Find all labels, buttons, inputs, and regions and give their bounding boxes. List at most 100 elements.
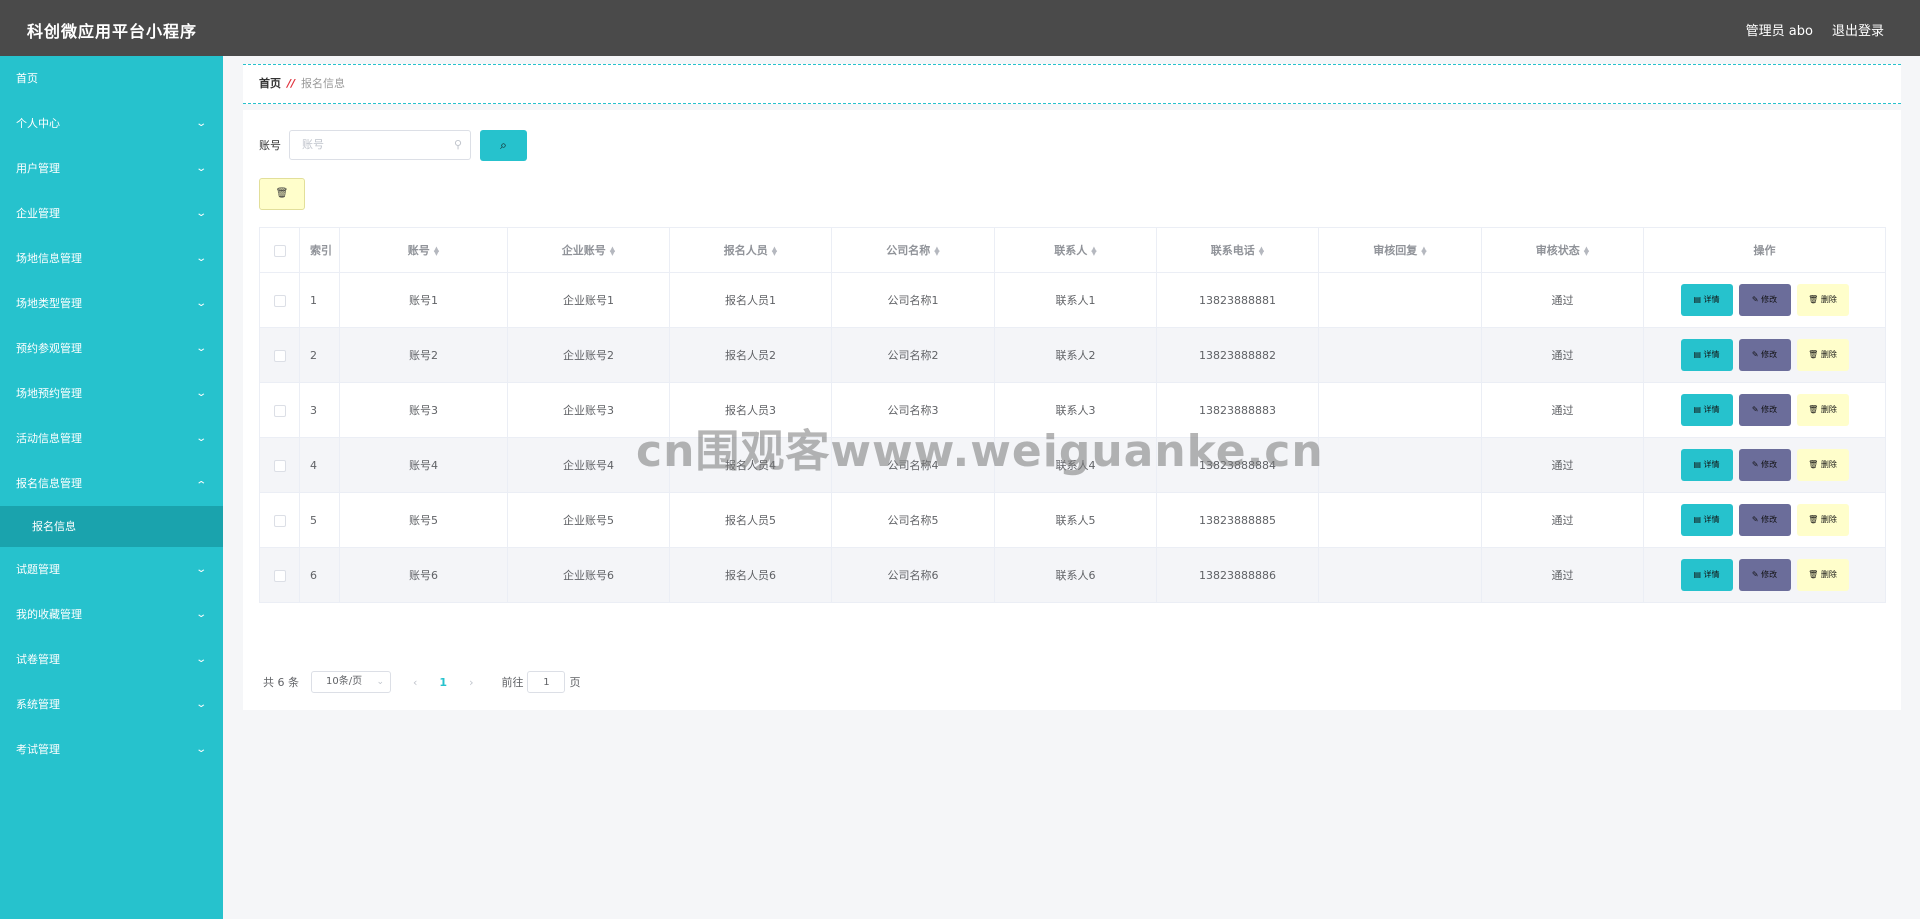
- column-header-phone[interactable]: 联系电话 ▲ ▼: [1156, 227, 1319, 273]
- sidebar-item-venue-booking[interactable]: 场地预约管理 ⌄: [0, 371, 223, 416]
- sort-caret-icon[interactable]: ▲ ▼: [772, 246, 777, 257]
- sidebar-item-label: 试卷管理: [16, 653, 60, 666]
- delete-button[interactable]: 🗑 删除: [1796, 559, 1849, 591]
- delete-button[interactable]: 🗑 删除: [1796, 449, 1849, 481]
- edit-button[interactable]: ✎ 修改: [1738, 284, 1791, 316]
- column-header-company-account[interactable]: 企业账号 ▲ ▼: [507, 227, 670, 273]
- row-checkbox[interactable]: [273, 294, 286, 307]
- column-header-contact[interactable]: 联系人 ▲ ▼: [994, 227, 1157, 273]
- cell-account: 账号2: [339, 327, 508, 383]
- sidebar-item-visit-booking[interactable]: 预约参观管理 ⌄: [0, 326, 223, 371]
- row-select-cell: [259, 492, 300, 548]
- cell-reply: [1318, 382, 1482, 438]
- sidebar-item-registration-management[interactable]: 报名信息管理 ⌄: [0, 461, 223, 506]
- sort-caret-icon[interactable]: ▲ ▼: [934, 246, 939, 257]
- cell-contact: 联系人5: [994, 492, 1157, 548]
- row-checkbox[interactable]: [273, 404, 286, 417]
- batch-delete-button[interactable]: 🗑: [259, 178, 305, 210]
- row-checkbox[interactable]: [273, 514, 286, 527]
- search-button[interactable]: ⌕: [480, 129, 527, 161]
- page-number-current[interactable]: 1: [439, 676, 447, 689]
- detail-button-label: 详情: [1703, 515, 1720, 524]
- current-user-label[interactable]: 管理员 abo: [1746, 20, 1813, 39]
- sidebar-item-paper-management[interactable]: 试卷管理 ⌄: [0, 637, 223, 682]
- delete-button-label: 删除: [1820, 570, 1837, 579]
- pencil-icon: ✎: [1751, 460, 1762, 469]
- delete-button[interactable]: 🗑 删除: [1796, 394, 1849, 426]
- row-select-cell: [259, 327, 300, 383]
- detail-button[interactable]: ▤ 详情: [1680, 284, 1733, 316]
- app-title: 科创微应用平台小程序: [27, 22, 198, 41]
- row-checkbox[interactable]: [273, 349, 286, 362]
- chevron-down-icon: ⌄: [194, 699, 207, 710]
- sidebar-item-venue-type[interactable]: 场地类型管理 ⌄: [0, 281, 223, 326]
- cell-index: 1: [299, 272, 340, 328]
- edit-button[interactable]: ✎ 修改: [1738, 559, 1791, 591]
- sort-caret-icon[interactable]: ▲ ▼: [1421, 246, 1426, 257]
- delete-button[interactable]: 🗑 删除: [1796, 284, 1849, 316]
- sort-caret-icon[interactable]: ▲ ▼: [1091, 246, 1096, 257]
- select-all-cell: [259, 227, 300, 273]
- delete-button-label: 删除: [1820, 295, 1837, 304]
- delete-button[interactable]: 🗑 删除: [1796, 504, 1849, 536]
- select-all-checkbox[interactable]: [273, 244, 286, 257]
- trash-icon: 🗑: [1808, 350, 1821, 359]
- sidebar-item-exam-management[interactable]: 考试管理 ⌄: [0, 727, 223, 772]
- breadcrumb-home[interactable]: 首页: [259, 77, 281, 90]
- cell-status: 通过: [1481, 492, 1644, 548]
- sidebar-item-user-management[interactable]: 用户管理 ⌄: [0, 146, 223, 191]
- page-size-select[interactable]: 10条/页 ⌄: [311, 671, 391, 693]
- detail-button[interactable]: ▤ 详情: [1680, 449, 1733, 481]
- sidebar-item-question-management[interactable]: 试题管理 ⌄: [0, 547, 223, 592]
- sort-caret-icon[interactable]: ▲ ▼: [1584, 246, 1589, 257]
- sort-caret-icon[interactable]: ▲ ▼: [1259, 246, 1264, 257]
- detail-button[interactable]: ▤ 详情: [1680, 339, 1733, 371]
- sidebar-item-company-management[interactable]: 企业管理 ⌄: [0, 191, 223, 236]
- cell-company: 公司名称3: [831, 382, 995, 438]
- detail-button[interactable]: ▤ 详情: [1680, 394, 1733, 426]
- edit-button[interactable]: ✎ 修改: [1738, 339, 1791, 371]
- column-header-status[interactable]: 审核状态 ▲ ▼: [1481, 227, 1644, 273]
- cell-company-account: 企业账号5: [507, 492, 670, 548]
- column-header-person[interactable]: 报名人员 ▲ ▼: [669, 227, 832, 273]
- cell-actions: ▤ 详情 ✎ 修改 🗑 删除: [1643, 437, 1886, 493]
- delete-button[interactable]: 🗑 删除: [1796, 339, 1849, 371]
- cell-account: 账号4: [339, 437, 508, 493]
- column-header-company[interactable]: 公司名称 ▲ ▼: [831, 227, 995, 273]
- detail-button[interactable]: ▤ 详情: [1680, 559, 1733, 591]
- sidebar-subitem-registration-info[interactable]: 报名信息: [0, 506, 223, 547]
- search-input[interactable]: [302, 138, 442, 151]
- cell-status: 通过: [1481, 272, 1644, 328]
- edit-button[interactable]: ✎ 修改: [1738, 449, 1791, 481]
- column-header-reply[interactable]: 审核回复 ▲ ▼: [1318, 227, 1482, 273]
- sort-caret-icon[interactable]: ▲ ▼: [610, 246, 615, 257]
- goto-page-input[interactable]: [527, 671, 566, 693]
- edit-button[interactable]: ✎ 修改: [1738, 504, 1791, 536]
- column-header-account[interactable]: 账号 ▲ ▼: [339, 227, 508, 273]
- sidebar-item-home[interactable]: 首页: [0, 56, 223, 101]
- sidebar-item-label: 活动信息管理: [16, 432, 82, 445]
- sort-caret-icon[interactable]: ▲ ▼: [434, 246, 439, 257]
- row-checkbox[interactable]: [273, 459, 286, 472]
- trash-icon: 🗑: [1808, 570, 1821, 579]
- sidebar-item-activity-info[interactable]: 活动信息管理 ⌄: [0, 416, 223, 461]
- sidebar-item-favorites-management[interactable]: 我的收藏管理 ⌄: [0, 592, 223, 637]
- prev-page-button[interactable]: ‹: [413, 676, 417, 689]
- detail-button[interactable]: ▤ 详情: [1680, 504, 1733, 536]
- cell-phone: 13823888883: [1156, 382, 1319, 438]
- sidebar-item-system-management[interactable]: 系统管理 ⌄: [0, 682, 223, 727]
- pencil-icon: ✎: [1751, 405, 1762, 414]
- edit-button[interactable]: ✎ 修改: [1738, 394, 1791, 426]
- sidebar-item-personal-center[interactable]: 个人中心 ⌄: [0, 101, 223, 146]
- chevron-down-icon: ⌄: [194, 253, 207, 264]
- chevron-down-icon: ⌄: [194, 343, 207, 354]
- cell-account: 账号3: [339, 382, 508, 438]
- next-page-button[interactable]: ›: [469, 676, 473, 689]
- registration-table: 索引 账号 ▲ ▼ 企业账号 ▲ ▼ 报名人员 ▲ ▼ 公司名称 ▲ ▼ 联系人 ▲ ▼ 联系电话 ▲…: [259, 227, 1886, 603]
- cell-person: 报名人员6: [669, 547, 832, 603]
- sidebar-item-venue-info[interactable]: 场地信息管理 ⌄: [0, 236, 223, 281]
- row-checkbox[interactable]: [273, 569, 286, 582]
- cell-phone: 13823888885: [1156, 492, 1319, 548]
- cell-company: 公司名称2: [831, 327, 995, 383]
- logout-link[interactable]: 退出登录: [1832, 20, 1884, 39]
